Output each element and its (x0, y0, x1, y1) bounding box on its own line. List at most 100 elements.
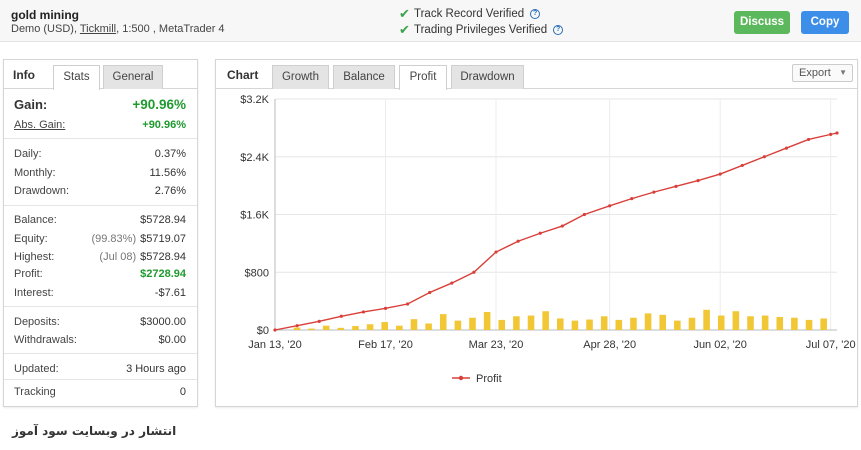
abs-gain-label[interactable]: Abs. Gain: (14, 119, 65, 131)
monthly-row: Monthly: 11.56% (14, 167, 186, 179)
x-tick-label: Jun 02, '20 (693, 339, 746, 351)
tracking-value: 0 (179, 386, 186, 398)
info-tabbar: Info Stats General (4, 60, 197, 90)
profit-point (273, 328, 277, 332)
y-tick-label: $0 (257, 325, 269, 337)
account-name: gold mining (11, 8, 79, 22)
y-tick-label: $2.4K (240, 152, 269, 164)
divider (4, 379, 197, 380)
tab-stats[interactable]: Stats (53, 65, 100, 90)
profit-row: Profit: $2728.94 (14, 268, 186, 280)
highest-row: Highest: (Jul 08) $5728.94 (14, 251, 186, 263)
profit-line (274, 132, 838, 331)
profit-point (784, 146, 789, 150)
profit-bar (498, 319, 506, 330)
balance-value: $5728.94 (140, 214, 186, 226)
deposits-row: Deposits: $3000.00 (14, 316, 186, 328)
monthly-value: 11.56% (149, 167, 187, 179)
copy-button[interactable]: Copy (801, 11, 849, 34)
profit-bar (469, 317, 476, 330)
x-tick-label: Feb 17, '20 (358, 339, 413, 351)
help-icon[interactable]: ? (530, 9, 541, 19)
account-type: Demo (USD), (11, 23, 80, 35)
profit-bar (600, 316, 608, 330)
monthly-label: Monthly: (14, 167, 56, 179)
profit-bar (703, 309, 710, 330)
track-record-verified-label: Track Record Verified (414, 8, 525, 20)
profit-bar (542, 311, 549, 330)
info-title: Info (13, 68, 35, 82)
gain-label: Gain: (14, 97, 48, 112)
account-leverage-platform: , 1:500 , MetaTrader 4 (116, 23, 225, 35)
tracking-label: Tracking (14, 386, 56, 398)
profit-point (806, 137, 811, 142)
profit-point (450, 281, 454, 285)
profit-point (516, 239, 520, 243)
x-tick-label: Apr 28, '20 (583, 339, 636, 351)
equity-label: Equity: (14, 233, 48, 245)
profit-bar (366, 324, 374, 330)
profit-point (630, 197, 634, 201)
profit-bar (791, 317, 798, 330)
x-tick-label: Jan 13, '20 (248, 339, 301, 351)
discuss-button[interactable]: Discuss (734, 11, 790, 34)
highest-date: (Jul 08) (99, 251, 137, 263)
profit-bar (644, 313, 652, 330)
profit-bar (776, 317, 784, 330)
account-header: gold mining Demo (USD), Tickmill, 1:500 … (0, 0, 861, 42)
profit-point (339, 314, 343, 318)
profit-point (718, 172, 722, 176)
profit-bar (410, 319, 418, 330)
profit-point (608, 204, 612, 208)
drawdown-label: Drawdown: (14, 185, 70, 197)
abs-gain-value: +90.96% (142, 119, 186, 131)
profit-bar (308, 328, 315, 330)
profit-bar (396, 325, 403, 330)
tab-general[interactable]: General (103, 65, 163, 89)
profit-chart: $0 $800 $1.6K $2.4K $3.2K Jan 13, '20 Feb 17, … (240, 94, 855, 385)
chart-panel: Chart Growth Balance Profit Drawdown Exp… (215, 59, 858, 407)
x-tick-label: Mar 23, '20 (469, 339, 524, 351)
divider (4, 306, 197, 307)
withdrawals-label: Withdrawals: (14, 334, 77, 346)
equity-row: Equity: (99.83%) $5719.07 (14, 233, 186, 245)
profit-bar (717, 315, 725, 330)
profit-point (538, 231, 542, 235)
profit-point (582, 212, 587, 217)
broker-link[interactable]: Tickmill (80, 23, 116, 35)
interest-label: Interest: (14, 287, 54, 299)
abs-gain-row: Abs. Gain: +90.96% (14, 119, 186, 131)
profit-bar (615, 319, 623, 330)
profit-bar (337, 327, 345, 330)
balance-label: Balance: (14, 214, 57, 226)
check-icon: ✔ (399, 6, 410, 21)
y-tick-label: $1.6K (240, 210, 269, 222)
deposits-value: $3000.00 (140, 316, 186, 328)
info-panel: Info Stats General Gain: +90.96% Abs. Ga… (3, 59, 198, 407)
profit-point (317, 319, 321, 323)
profit-point (829, 132, 833, 136)
profit-bar (381, 322, 389, 330)
profit-point (406, 302, 410, 306)
trading-privileges-verified: ✔ Trading Privileges Verified ? (399, 22, 564, 38)
y-tick-label: $800 (245, 267, 269, 279)
profit-bar (483, 311, 491, 330)
equity-value: $5719.07 (140, 233, 186, 245)
help-icon[interactable]: ? (553, 25, 564, 35)
interest-value: -$7.61 (154, 287, 186, 299)
y-tick-label: $3.2K (240, 94, 269, 106)
track-record-verified: ✔ Track Record Verified ? (399, 6, 541, 22)
daily-row: Daily: 0.37% (14, 148, 186, 160)
profit-bar (586, 319, 593, 330)
profit-value: $2728.94 (140, 268, 186, 280)
profit-point (674, 184, 678, 188)
profit-bar (630, 317, 637, 330)
gain-row: Gain: +90.96% (14, 97, 186, 112)
deposits-label: Deposits: (14, 316, 60, 328)
updated-label: Updated: (14, 363, 59, 375)
profit-point (696, 178, 700, 183)
withdrawals-value: $0.00 (158, 334, 186, 346)
profit-bar (571, 320, 579, 330)
drawdown-row: Drawdown: 2.76% (14, 185, 186, 197)
profit-point (652, 190, 656, 194)
